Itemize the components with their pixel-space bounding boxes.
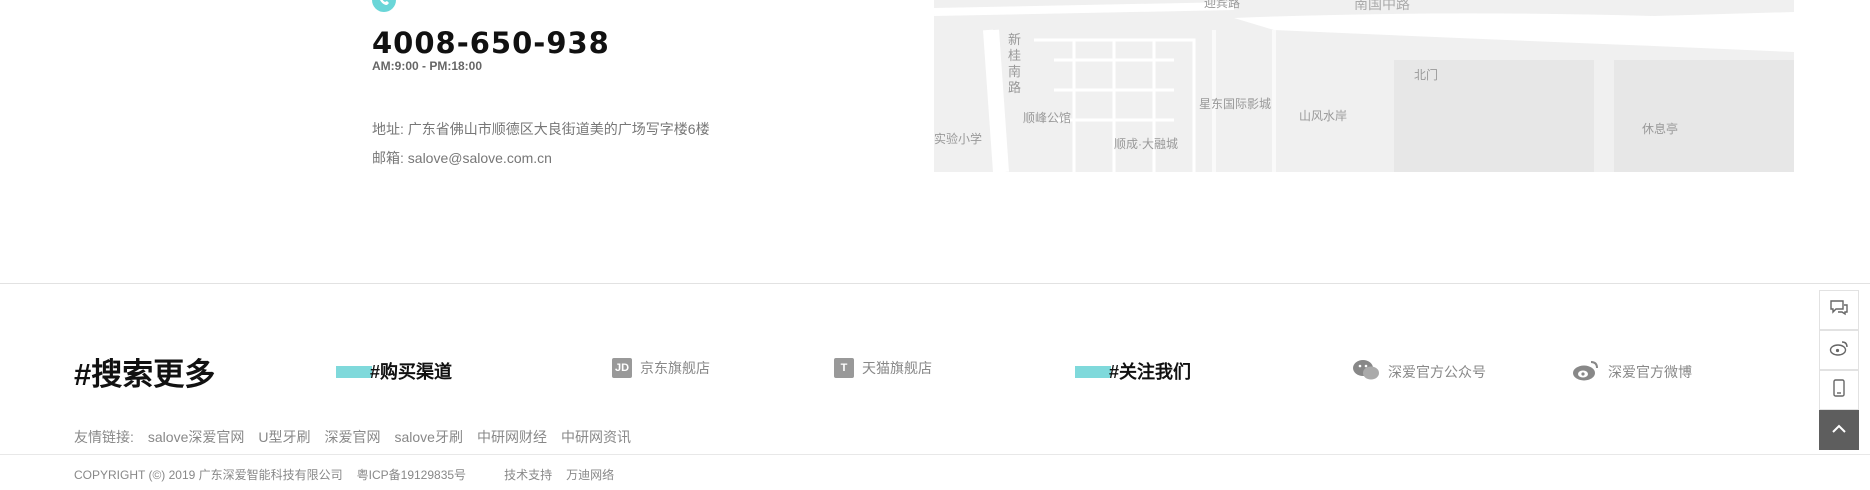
accent-bar [1075, 366, 1111, 378]
accent-bar [336, 366, 372, 378]
map-label: 迎宾路 [1204, 0, 1241, 10]
wechat-link[interactable]: 深爱官方公众号 [1352, 358, 1486, 385]
jd-store-link[interactable]: JD 京东旗舰店 [612, 358, 710, 378]
map-label: 星东国际影城 [1199, 97, 1272, 111]
search-more-heading: #搜索更多 [74, 357, 216, 392]
map-label: 实验小学 [934, 132, 983, 146]
wechat-label: 深爱官方公众号 [1388, 363, 1486, 380]
tmall-store-label: 天猫旗舰店 [862, 360, 932, 376]
map-label: 顺峰公馆 [1023, 111, 1072, 125]
business-hours: AM:9:00 - PM:18:00 [372, 59, 483, 73]
jd-icon: JD [612, 358, 632, 378]
friend-link[interactable]: U型牙刷 [258, 427, 310, 447]
phone-icon [372, 0, 396, 12]
footer-divider [0, 454, 1870, 455]
map-label: 顺成·大融城 [1114, 137, 1178, 151]
friend-links-label: 友情链接: [74, 429, 134, 445]
jd-store-label: 京东旗舰店 [640, 360, 710, 376]
hotline-number: 4008-650-938 [372, 26, 610, 60]
address-text: 地址: 广东省佛山市顺德区大良街道美的广场写字楼6楼 [372, 121, 710, 137]
friend-link[interactable]: 深爱官网 [324, 427, 380, 447]
weibo-icon [1829, 339, 1849, 362]
tmall-icon: T [834, 358, 854, 378]
weibo-label: 深爱官方微博 [1608, 363, 1692, 380]
location-map[interactable]: 南国中路 新桂南路 顺峰公馆 星东国际影城 山风水岸 顺成·大融城 北门 休息亭… [934, 0, 1794, 172]
map-label: 山风水岸 [1299, 109, 1348, 123]
map-label: 北门 [1414, 68, 1439, 82]
copyright-text: COPYRIGHT (©) 2019 广东深爱智能科技有限公司 [74, 468, 343, 482]
mobile-site-button[interactable] [1819, 370, 1859, 410]
tmall-store-link[interactable]: T 天猫旗舰店 [834, 358, 932, 378]
chevron-up-icon [1831, 421, 1847, 439]
friend-link[interactable]: salove牙刷 [394, 427, 462, 447]
tech-support-label: 技术支持 [504, 468, 553, 482]
section-divider [0, 283, 1870, 284]
buy-channels-label: #购买渠道 [370, 362, 453, 382]
weibo-icon [1572, 358, 1600, 385]
map-label: 南国中路 [1354, 0, 1410, 12]
back-to-top-button[interactable] [1819, 410, 1859, 450]
online-chat-button[interactable] [1819, 290, 1859, 330]
weibo-float-button[interactable] [1819, 330, 1859, 370]
mobile-icon [1833, 378, 1845, 402]
weibo-link[interactable]: 深爱官方微博 [1572, 358, 1692, 385]
follow-us-label: #关注我们 [1109, 362, 1192, 382]
tech-support-link[interactable]: 万迪网络 [566, 466, 614, 483]
friend-link[interactable]: salove深爱官网 [148, 427, 244, 447]
friend-link[interactable]: 中研网资讯 [561, 427, 631, 447]
copyright-bar: COPYRIGHT (©) 2019 广东深爱智能科技有限公司 粤ICP备191… [74, 466, 614, 483]
friend-link[interactable]: 中研网财经 [477, 427, 547, 447]
map-label: 新桂南路 [1008, 32, 1022, 95]
map-label: 休息亭 [1642, 122, 1679, 136]
buy-channels-heading: #购买渠道 [336, 358, 452, 384]
wechat-icon [1352, 358, 1380, 385]
friend-links: 友情链接: salove深爱官网 U型牙刷 深爱官网 salove牙刷 中研网财… [74, 427, 631, 447]
follow-us-heading: #关注我们 [1075, 358, 1191, 384]
icp-link[interactable]: 粤ICP备19129835号 [357, 466, 466, 483]
email-text: 邮箱: salove@salove.com.cn [372, 150, 552, 166]
chat-icon [1829, 299, 1849, 322]
